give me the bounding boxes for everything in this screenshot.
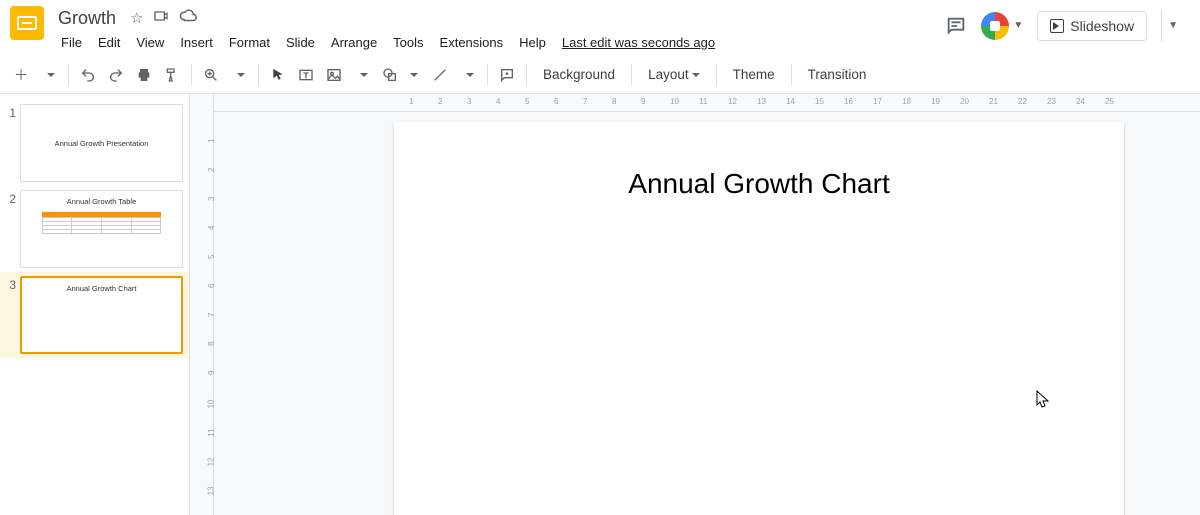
menu-slide[interactable]: Slide xyxy=(279,32,322,53)
menu-format[interactable]: Format xyxy=(222,32,277,53)
slide-canvas[interactable]: Annual Growth Chart xyxy=(394,122,1124,515)
titlebar: Growth ☆ File Edit View Insert Format Sl… xyxy=(0,0,1200,56)
canvas-area: 1234567891011121314151617181920212223242… xyxy=(214,94,1200,515)
comment-button[interactable] xyxy=(494,61,520,89)
line-tool[interactable] xyxy=(427,61,453,89)
slideshow-button[interactable]: Slideshow xyxy=(1037,11,1147,41)
slideshow-dropdown-icon[interactable]: ▼ xyxy=(1161,10,1184,41)
zoom-button[interactable] xyxy=(198,61,224,89)
new-slide-button[interactable]: ＋ xyxy=(8,61,34,89)
print-button[interactable] xyxy=(131,61,157,89)
select-tool[interactable] xyxy=(265,61,291,89)
transition-button[interactable]: Transition xyxy=(798,67,877,82)
menu-file[interactable]: File xyxy=(54,32,89,53)
cursor-icon xyxy=(1036,390,1050,408)
zoom-dropdown[interactable] xyxy=(226,61,252,89)
menu-help[interactable]: Help xyxy=(512,32,553,53)
paint-format-button[interactable] xyxy=(159,61,185,89)
line-dropdown[interactable] xyxy=(455,61,481,89)
last-edit-link[interactable]: Last edit was seconds ago xyxy=(555,32,722,53)
menu-insert[interactable]: Insert xyxy=(173,32,220,53)
document-title[interactable]: Growth xyxy=(54,8,120,29)
layout-button[interactable]: Layout xyxy=(638,67,710,82)
menu-view[interactable]: View xyxy=(129,32,171,53)
play-icon xyxy=(1050,19,1064,33)
meet-dropdown-icon[interactable]: ▼ xyxy=(1011,20,1023,31)
filmstrip: 1 Annual Growth Presentation 2 Annual Gr… xyxy=(0,94,190,515)
slide-thumbnail-1[interactable]: 1 Annual Growth Presentation xyxy=(0,100,189,186)
thumb-title: Annual Growth Table xyxy=(67,197,137,206)
toolbar: ＋ Background Layout Theme Transition xyxy=(0,56,1200,94)
move-icon[interactable] xyxy=(153,8,169,28)
main: 1 Annual Growth Presentation 2 Annual Gr… xyxy=(0,94,1200,515)
background-button[interactable]: Background xyxy=(533,67,625,82)
shape-dropdown[interactable] xyxy=(399,61,425,89)
menu-arrange[interactable]: Arrange xyxy=(324,32,384,53)
ruler-horizontal: 1234567891011121314151617181920212223242… xyxy=(214,94,1200,112)
slides-logo[interactable] xyxy=(10,6,44,40)
undo-button[interactable] xyxy=(75,61,101,89)
new-slide-dropdown[interactable] xyxy=(36,61,62,89)
thumb-table-icon xyxy=(42,212,161,234)
theme-button[interactable]: Theme xyxy=(723,67,785,82)
textbox-tool[interactable] xyxy=(293,61,319,89)
menu-edit[interactable]: Edit xyxy=(91,32,127,53)
redo-button[interactable] xyxy=(103,61,129,89)
slide-number: 2 xyxy=(4,190,20,268)
slide-thumbnail-2[interactable]: 2 Annual Growth Table xyxy=(0,186,189,272)
slide-number: 1 xyxy=(4,104,20,182)
slide-thumbnail-3[interactable]: 3 Annual Growth Chart xyxy=(0,272,189,358)
image-tool[interactable] xyxy=(321,61,347,89)
slide-title-text[interactable]: Annual Growth Chart xyxy=(394,168,1124,200)
comment-history-icon[interactable] xyxy=(945,15,967,37)
slide-number: 3 xyxy=(4,276,20,354)
thumb-title: Annual Growth Presentation xyxy=(55,139,149,148)
slideshow-label: Slideshow xyxy=(1070,18,1134,34)
star-icon[interactable]: ☆ xyxy=(130,9,143,27)
thumb-title: Annual Growth Chart xyxy=(66,284,136,293)
menubar: File Edit View Insert Format Slide Arran… xyxy=(54,32,945,53)
meet-icon[interactable] xyxy=(981,12,1009,40)
image-dropdown[interactable] xyxy=(349,61,375,89)
menu-extensions[interactable]: Extensions xyxy=(433,32,511,53)
cloud-icon[interactable] xyxy=(179,7,197,29)
menu-tools[interactable]: Tools xyxy=(386,32,430,53)
ruler-vertical: 12345678910111213 xyxy=(190,94,214,515)
